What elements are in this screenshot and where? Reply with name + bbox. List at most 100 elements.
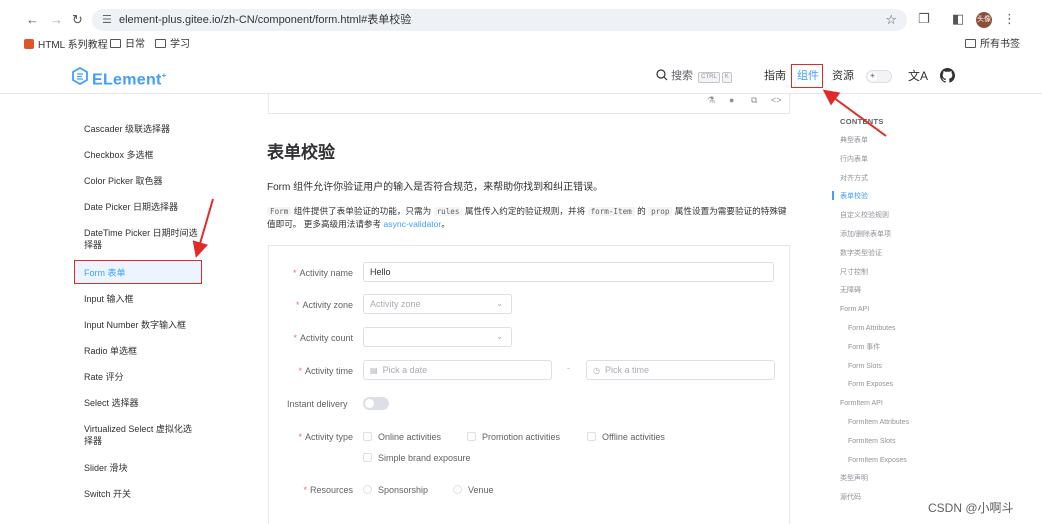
checkbox-promotion[interactable]: Promotion activities	[467, 431, 560, 443]
intro-end: 。	[441, 219, 450, 229]
kbd-ctrl: CTRL	[698, 72, 720, 83]
nav-components[interactable]: 组件	[797, 68, 819, 84]
bookmark-study[interactable]: 学习	[155, 39, 190, 51]
sidebar-item-datetime-picker[interactable]: DateTime Picker 日期时间选择器	[84, 227, 200, 251]
forward-icon[interactable]: →	[50, 12, 63, 28]
toc-item[interactable]: 添加/删除表单项	[840, 230, 891, 240]
toc-item[interactable]: Form 事件	[848, 343, 880, 353]
profile-avatar[interactable]: 头像	[976, 12, 992, 28]
toc-item[interactable]: 行内表单	[840, 155, 868, 165]
sidebar-item-date-picker[interactable]: Date Picker 日期选择器	[84, 201, 204, 213]
toc-item[interactable]: 源代码	[840, 493, 861, 503]
theme-toggle[interactable]: ☀	[866, 70, 892, 83]
sidebar-item-form[interactable]: Form 表单	[84, 267, 204, 279]
checkbox-online[interactable]: Online activities	[363, 431, 441, 443]
radio-sponsorship[interactable]: Sponsorship	[363, 484, 428, 496]
toc-item[interactable]: FormItem Exposes	[848, 456, 907, 466]
toc-item[interactable]: Form API	[840, 305, 869, 315]
folder-icon	[110, 39, 121, 48]
chevron-down-icon: ⌄	[496, 299, 503, 308]
sidebar-item-select[interactable]: Select 选择器	[84, 397, 204, 409]
bookmark-star-icon[interactable]: ☆	[885, 9, 897, 31]
menu-dots-icon[interactable]: ⋮	[1003, 11, 1016, 27]
toc-item[interactable]: 类型声明	[840, 474, 868, 484]
toc-item[interactable]: Form Exposes	[848, 380, 893, 390]
radio-circle	[453, 485, 462, 494]
activity-type-label: * Activity type	[298, 432, 353, 442]
code-form-item: form-Item	[587, 207, 635, 216]
sidebar-item-slider[interactable]: Slider 滑块	[84, 462, 204, 474]
intro-part: 组件提供了表单验证的功能，只需为	[293, 206, 432, 216]
toc-item[interactable]: 对齐方式	[840, 174, 868, 184]
toc-item[interactable]: Form Attributes	[848, 324, 895, 334]
toc-item[interactable]: 尺寸控制	[840, 268, 868, 278]
search-button[interactable]: 搜索 CTRL K	[656, 68, 732, 84]
all-bookmarks[interactable]: 所有书签	[965, 39, 1020, 51]
sidebar-item-cascader[interactable]: Cascader 级联选择器	[84, 123, 204, 135]
resources-label: * Resources	[303, 485, 353, 495]
time-picker-input[interactable]: ◷ Pick a time	[586, 360, 775, 380]
toc-item[interactable]: 无障碍	[840, 286, 861, 296]
page-title: 表单校验	[267, 143, 335, 162]
nav-resources[interactable]: 资源	[832, 68, 854, 84]
clock-icon: ◷	[593, 366, 600, 375]
calendar-icon: ▤	[370, 366, 378, 375]
sidebar-item-input-number[interactable]: Input Number 数字输入框	[84, 319, 204, 331]
toc-item[interactable]: 典型表单	[840, 136, 868, 146]
search-icon	[656, 69, 668, 81]
date-picker-input[interactable]: ▤ Pick a date	[363, 360, 552, 380]
async-validator-link[interactable]: async-validator	[384, 219, 442, 229]
extensions-icon[interactable]: ❐	[918, 11, 930, 27]
code-icon[interactable]: <>	[771, 95, 782, 105]
instant-delivery-label: Instant delivery	[287, 399, 348, 409]
toc-item[interactable]: FormItem Attributes	[848, 418, 909, 428]
bookmark-html[interactable]: HTML 系列教程	[24, 39, 108, 52]
folder-icon	[965, 39, 976, 48]
sidebar-item-input[interactable]: Input 输入框	[84, 293, 204, 305]
chevron-down-icon: ⌄	[496, 332, 503, 341]
intro-part: 的	[637, 206, 646, 216]
translate-icon[interactable]: 文A	[908, 68, 928, 84]
sidebar-item-color-picker[interactable]: Color Picker 取色器	[84, 175, 204, 187]
github-icon[interactable]	[940, 68, 955, 83]
sidebar-item-rate[interactable]: Rate 评分	[84, 371, 204, 383]
checkbox-label: Offline activities	[602, 432, 665, 442]
sidebar-item-checkbox[interactable]: Checkbox 多选框	[84, 149, 204, 161]
checkbox-offline[interactable]: Offline activities	[587, 431, 665, 443]
copy-icon[interactable]: ⧉	[751, 95, 757, 106]
playground-icon[interactable]: ⚗	[707, 95, 715, 106]
bookmark-daily[interactable]: 日常	[110, 39, 145, 51]
reload-icon[interactable]: ↻	[72, 12, 83, 28]
activity-zone-select[interactable]: Activity zone ⌄	[363, 294, 512, 314]
checkbox-box	[363, 453, 372, 462]
toc-item[interactable]: Form Slots	[848, 362, 882, 372]
checkbox-brand-exposure[interactable]: Simple brand exposure	[363, 452, 471, 464]
sidepanel-icon[interactable]: ◧	[952, 11, 964, 27]
activity-name-input[interactable]: Hello	[363, 262, 774, 282]
instant-delivery-switch[interactable]	[363, 397, 389, 410]
kbd-k: K	[721, 72, 732, 83]
toc-item[interactable]: 数字类型验证	[840, 249, 882, 259]
intro-text: Form 组件允许你验证用户的输入是否符合规范，来帮助你找到和纠正错误。	[267, 182, 604, 193]
code-rules: rules	[433, 207, 463, 216]
toc-item[interactable]: 表单校验	[840, 192, 868, 202]
sidebar-item-switch[interactable]: Switch 开关	[84, 488, 204, 500]
sidebar-item-radio[interactable]: Radio 单选框	[84, 345, 204, 357]
activity-time-label: * Activity time	[298, 366, 353, 376]
radio-label: Sponsorship	[378, 485, 429, 495]
back-icon[interactable]: ←	[26, 12, 39, 28]
code-prop: prop	[648, 207, 673, 216]
toc-item[interactable]: 自定义校验规则	[840, 211, 889, 221]
toc-item[interactable]: FormItem Slots	[848, 437, 895, 447]
nav-guide[interactable]: 指南	[764, 68, 786, 84]
checkbox-label: Online activities	[378, 432, 442, 442]
github-source-icon[interactable]: ●	[729, 95, 734, 105]
radio-venue[interactable]: Venue	[453, 484, 494, 496]
site-info-icon[interactable]: ☰	[102, 9, 112, 31]
activity-count-select[interactable]: ⌄	[363, 327, 512, 347]
time-placeholder: Pick a time	[604, 365, 649, 375]
bookmark-label: 日常	[125, 39, 145, 50]
toc-item[interactable]: FormItem API	[840, 399, 883, 409]
address-bar[interactable]: ☰ element-plus.gitee.io/zh-CN/component/…	[92, 9, 907, 31]
sidebar-item-virtualized-select[interactable]: Virtualized Select 虚拟化选择器	[84, 423, 200, 447]
